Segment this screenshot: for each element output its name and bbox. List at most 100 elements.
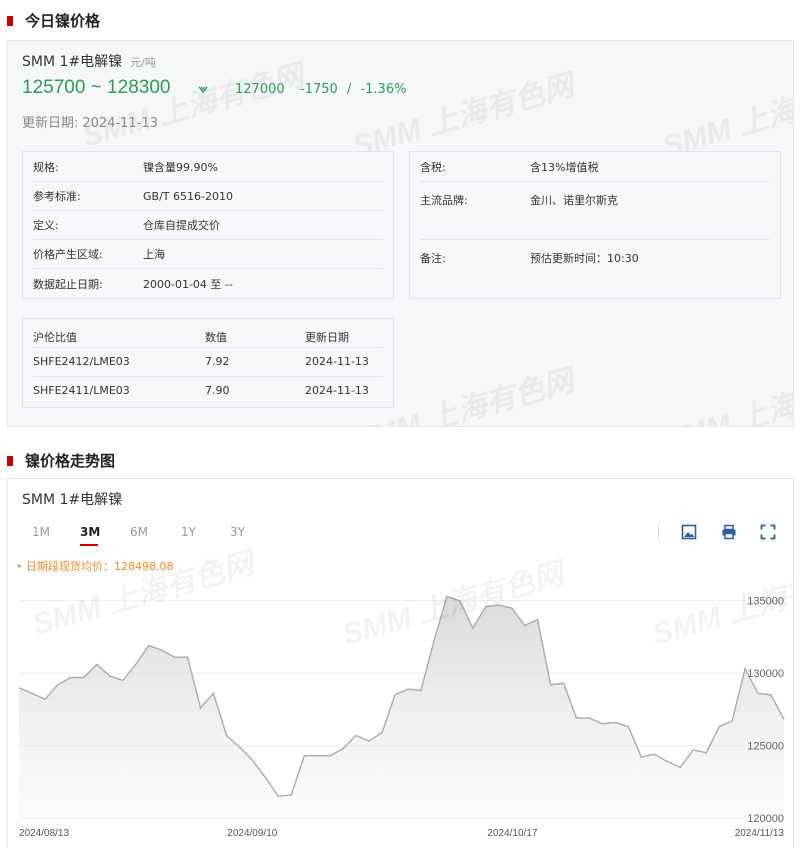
y-tick-label: 135000	[747, 596, 784, 608]
chart-title: SMM 1#电解镍	[22, 492, 123, 508]
ratio-cell: 2024-11-13	[305, 384, 369, 397]
data-point	[264, 776, 266, 778]
spec-row: 定义: 仓库自提成交价	[33, 211, 383, 240]
spec-key: 价格产生区域:	[33, 248, 103, 261]
price-change: -1750 / -1.36%	[300, 82, 406, 97]
ratio-cell: SHFE2412/LME03	[33, 355, 130, 368]
data-point	[381, 731, 383, 733]
spec-key: 主流品牌:	[420, 194, 468, 207]
average-price: 127000	[235, 82, 285, 97]
toolbar-divider	[658, 525, 659, 539]
ratio-table: 沪伦比值 数值 更新日期 SHFE2412/LME03 7.92 2024-11…	[22, 318, 394, 408]
data-point	[783, 718, 785, 720]
tab-6m[interactable]: 6M	[130, 525, 148, 539]
spec-key: 备注:	[420, 252, 446, 265]
x-tick-label: 2024/11/13	[735, 828, 785, 839]
tab-3m[interactable]: 3M	[80, 525, 100, 539]
active-tab-indicator	[80, 544, 98, 546]
data-point	[238, 746, 240, 748]
trend-chart-panel: 120000 125000 130000 135000 2024/08/13 2024/0…	[7, 478, 794, 848]
data-point	[472, 627, 474, 629]
data-point	[355, 734, 357, 736]
product-name: SMM 1#电解镍	[22, 54, 123, 70]
ratio-header: 沪伦比值	[33, 331, 77, 344]
watermark: SMM 上海有色网	[659, 364, 794, 427]
section-header-trend: 镍价格走势图	[7, 450, 115, 471]
data-point	[96, 663, 98, 665]
ratio-header: 更新日期	[305, 331, 349, 344]
data-point	[536, 618, 538, 620]
data-point	[666, 760, 668, 762]
ratio-header-row: 沪伦比值 数值 更新日期	[33, 322, 383, 348]
data-point	[523, 624, 525, 626]
data-point	[692, 749, 694, 751]
data-point	[212, 692, 214, 694]
spec-value: 上海	[143, 248, 165, 261]
watermark: SMM 上海有色网	[658, 69, 794, 164]
data-point	[122, 679, 124, 681]
product-unit: 元/吨	[130, 56, 156, 69]
data-point	[57, 684, 59, 686]
y-tick-label: 125000	[747, 741, 784, 753]
spec-value: 仓库自提成交价	[143, 219, 220, 232]
ratio-header: 数值	[205, 331, 227, 344]
data-point	[498, 604, 500, 606]
price-area	[19, 596, 784, 818]
tab-1m[interactable]: 1M	[32, 525, 50, 539]
data-point	[44, 698, 46, 700]
spec-value: 镍含量99.90%	[143, 161, 218, 174]
data-point	[277, 795, 279, 797]
print-icon[interactable]	[720, 523, 738, 541]
spec-row: 数据起止日期: 2000-01-04 至 --	[33, 269, 383, 298]
change-percent: -1.36%	[360, 82, 407, 97]
ratio-row: SHFE2411/LME03 7.90 2024-11-13	[33, 377, 383, 406]
data-point	[31, 692, 33, 694]
data-point	[329, 755, 331, 757]
data-point	[601, 723, 603, 725]
tab-1y[interactable]: 1Y	[181, 525, 196, 539]
data-point	[446, 595, 448, 597]
ratio-cell: 2024-11-13	[305, 355, 369, 368]
section-header-today: 今日镍价格	[7, 10, 100, 31]
spec-key: 规格:	[33, 161, 59, 174]
watermark: SMM 上海有色网	[348, 69, 578, 164]
x-tick-label: 2024/08/13	[19, 828, 69, 839]
data-point	[653, 753, 655, 755]
section-title: 镍价格走势图	[25, 452, 116, 470]
data-point	[225, 734, 227, 736]
spec-row: 价格产生区域: 上海	[33, 240, 383, 269]
fullscreen-icon[interactable]	[759, 523, 777, 541]
ratio-row: SHFE2412/LME03 7.92 2024-11-13	[33, 348, 383, 377]
data-point	[511, 607, 513, 609]
update-label: 更新日期:	[22, 116, 79, 131]
data-point	[109, 675, 111, 677]
data-point	[199, 707, 201, 709]
data-point	[770, 694, 772, 696]
data-point	[575, 717, 577, 719]
data-point	[705, 752, 707, 754]
period-average-note: • 日期段现货均价：128498.08	[16, 560, 174, 573]
data-point	[368, 740, 370, 742]
data-point	[316, 755, 318, 757]
change-value: -1750	[300, 82, 338, 97]
data-point	[459, 600, 461, 602]
data-point	[173, 656, 175, 658]
section-marker	[7, 15, 13, 26]
spec-row: 备注: 预估更新时间：10:30	[420, 240, 770, 298]
ratio-cell: SHFE2411/LME03	[33, 384, 130, 397]
update-date-line: 更新日期: 2024-11-13	[22, 112, 158, 131]
save-image-icon[interactable]	[680, 523, 698, 541]
tab-3y[interactable]: 3Y	[230, 525, 245, 539]
spec-value: 含13%增值税	[530, 161, 599, 174]
x-tick-label: 2024/10/17	[487, 828, 537, 839]
data-point	[679, 766, 681, 768]
data-point	[251, 759, 253, 761]
spec-box-left: 规格: 镍含量99.90% 参考标准: GB/T 6516-2010 定义: 仓库自提…	[22, 151, 394, 299]
data-point	[627, 726, 629, 728]
data-point	[407, 688, 409, 690]
ratio-cell: 7.90	[205, 384, 230, 397]
data-point	[70, 676, 72, 678]
data-point	[640, 756, 642, 758]
spec-row: 含税: 含13%增值税	[420, 153, 770, 182]
data-point	[83, 676, 85, 678]
